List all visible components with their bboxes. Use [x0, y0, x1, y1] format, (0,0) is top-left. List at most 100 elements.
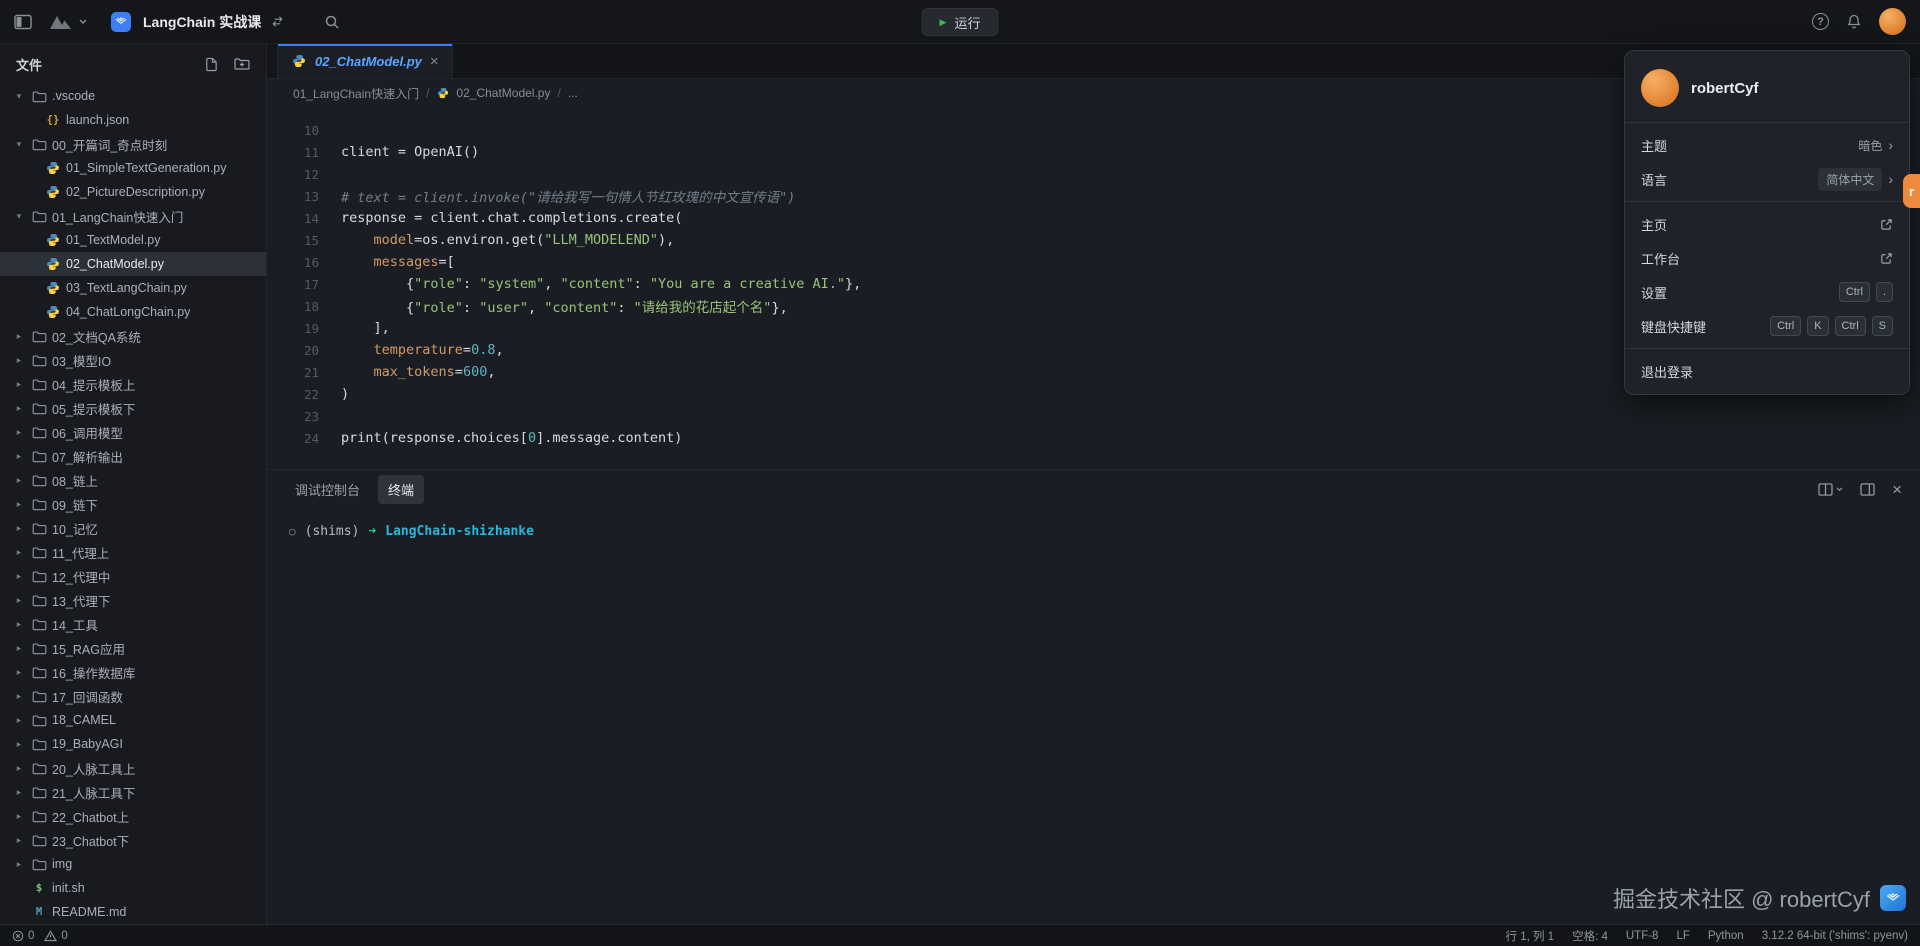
tree-folder-00_开篇词_奇点时刻[interactable]: ▾00_开篇词_奇点时刻 — [0, 132, 266, 156]
close-panel-icon[interactable]: × — [1892, 481, 1902, 498]
chevron-down-icon[interactable]: ▾ — [12, 211, 26, 222]
chevron-right-icon[interactable]: ▸ — [12, 523, 26, 534]
tree-folder-09_链下[interactable]: ▸09_链下 — [0, 492, 266, 516]
chevron-right-icon[interactable]: ▸ — [12, 331, 26, 342]
tree-folder-03_模型IO[interactable]: ▸03_模型IO — [0, 348, 266, 372]
tree-folder-20_人脉工具上[interactable]: ▸20_人脉工具上 — [0, 756, 266, 780]
chevron-right-icon[interactable]: ▸ — [12, 715, 26, 726]
tree-file-02_PictureDescription.py[interactable]: 02_PictureDescription.py — [0, 180, 266, 204]
status-encoding[interactable]: UTF-8 — [1626, 930, 1659, 942]
chevron-right-icon[interactable]: ▸ — [12, 835, 26, 846]
chevron-right-icon[interactable]: ▸ — [12, 667, 26, 678]
menu-item-home[interactable]: 主页 — [1625, 207, 1909, 241]
tree-folder-18_CAMEL[interactable]: ▸18_CAMEL — [0, 708, 266, 732]
tab-terminal[interactable]: 终端 — [378, 475, 424, 504]
tree-folder-13_代理下[interactable]: ▸13_代理下 — [0, 588, 266, 612]
chevron-right-icon[interactable]: ▸ — [12, 475, 26, 486]
tree-folder-11_代理上[interactable]: ▸11_代理上 — [0, 540, 266, 564]
tree-file-04_ChatLongChain.py[interactable]: 04_ChatLongChain.py — [0, 300, 266, 324]
chevron-right-icon[interactable]: ▸ — [12, 403, 26, 414]
user-avatar[interactable] — [1879, 8, 1906, 35]
menu-item-settings[interactable]: 设置Ctrl. — [1625, 275, 1909, 309]
tree-folder-12_代理中[interactable]: ▸12_代理中 — [0, 564, 266, 588]
chevron-right-icon[interactable]: ▸ — [12, 451, 26, 462]
chevron-right-icon[interactable]: ▸ — [12, 571, 26, 582]
maximize-panel-icon[interactable] — [1860, 483, 1875, 496]
edge-feedback-badge[interactable]: r — [1903, 174, 1920, 208]
chevron-right-icon[interactable]: ▸ — [12, 595, 26, 606]
chevron-down-icon[interactable]: ▾ — [12, 91, 26, 102]
tab-02-chatmodel[interactable]: 02_ChatModel.py × — [277, 44, 453, 78]
chevron-right-icon[interactable]: ▸ — [12, 787, 26, 798]
tree-file-README.md[interactable]: MREADME.md — [0, 900, 266, 924]
split-terminal-icon[interactable] — [1818, 483, 1843, 496]
tree-folder-23_Chatbot下[interactable]: ▸23_Chatbot下 — [0, 828, 266, 852]
tree-folder-img[interactable]: ▸img — [0, 852, 266, 876]
workspace-logo-menu[interactable] — [48, 13, 87, 31]
tree-file-launch.json[interactable]: {}launch.json — [0, 108, 266, 132]
run-button[interactable]: ▶ 运行 — [922, 8, 999, 36]
terminal[interactable]: ○ (shims) ➜ LangChain-shizhanke — [267, 508, 1920, 924]
chevron-right-icon[interactable]: ▸ — [12, 499, 26, 510]
chevron-right-icon[interactable]: ▸ — [12, 355, 26, 366]
breadcrumb-file[interactable]: 02_ChatModel.py — [456, 86, 550, 100]
new-file-icon[interactable] — [204, 57, 219, 72]
menu-item-theme[interactable]: 主题暗色› — [1625, 128, 1909, 162]
toggle-sidebar-icon[interactable] — [14, 14, 32, 30]
tree-folder-04_提示模板上[interactable]: ▸04_提示模板上 — [0, 372, 266, 396]
chevron-right-icon[interactable]: ▸ — [12, 427, 26, 438]
status-interpreter[interactable]: 3.12.2 64-bit ('shims': pyenv) — [1762, 930, 1908, 942]
menu-item-logout[interactable]: 退出登录 — [1625, 354, 1909, 388]
tree-folder-22_Chatbot上[interactable]: ▸22_Chatbot上 — [0, 804, 266, 828]
chevron-right-icon[interactable]: ▸ — [12, 643, 26, 654]
tree-file-01_SimpleTextGeneration.py[interactable]: 01_SimpleTextGeneration.py — [0, 156, 266, 180]
tree-folder-14_工具[interactable]: ▸14_工具 — [0, 612, 266, 636]
menu-item-shortcuts[interactable]: 键盘快捷键CtrlKCtrlS — [1625, 309, 1909, 343]
tree-folder-.vscode[interactable]: ▾.vscode — [0, 84, 266, 108]
chevron-right-icon[interactable]: ▸ — [12, 379, 26, 390]
status-cursor-position[interactable]: 行 1, 列 1 — [1506, 928, 1555, 944]
problems-indicator[interactable]: 0 0 — [12, 930, 68, 942]
status-indentation[interactable]: 空格: 4 — [1572, 928, 1608, 944]
tree-file-01_TextModel.py[interactable]: 01_TextModel.py — [0, 228, 266, 252]
new-folder-icon[interactable] — [234, 57, 250, 71]
tree-folder-06_调用模型[interactable]: ▸06_调用模型 — [0, 420, 266, 444]
line-number: 17 — [267, 277, 319, 292]
tab-debug-console[interactable]: 调试控制台 — [285, 475, 370, 504]
tree-file-02_ChatModel.py[interactable]: 02_ChatModel.py — [0, 252, 266, 276]
status-language-mode[interactable]: Python — [1708, 930, 1744, 942]
breadcrumb-more[interactable]: ... — [568, 86, 578, 100]
help-icon[interactable]: ? — [1812, 13, 1829, 30]
chevron-right-icon[interactable]: ▸ — [12, 763, 26, 774]
tree-item-label: 17_回调函数 — [52, 687, 123, 706]
chevron-right-icon[interactable]: ▸ — [12, 859, 26, 870]
chevron-right-icon[interactable]: ▸ — [12, 619, 26, 630]
tree-folder-08_链上[interactable]: ▸08_链上 — [0, 468, 266, 492]
chevron-right-icon[interactable]: ▸ — [12, 547, 26, 558]
chevron-right-icon[interactable]: ▸ — [12, 811, 26, 822]
menu-item-workspace[interactable]: 工作台 — [1625, 241, 1909, 275]
tree-file-init.sh[interactable]: $init.sh — [0, 876, 266, 900]
tree-file-03_TextLangChain.py[interactable]: 03_TextLangChain.py — [0, 276, 266, 300]
notifications-bell-icon[interactable] — [1846, 13, 1862, 30]
switch-project-icon[interactable] — [271, 15, 284, 28]
breadcrumb-folder[interactable]: 01_LangChain快速入门 — [293, 85, 419, 102]
tree-folder-17_回调函数[interactable]: ▸ 17_回调函数 — [0, 684, 266, 708]
tree-folder-07_解析输出[interactable]: ▸07_解析输出 — [0, 444, 266, 468]
close-tab-icon[interactable]: × — [430, 54, 439, 69]
tree-folder-19_BabyAGI[interactable]: ▸19_BabyAGI — [0, 732, 266, 756]
chevron-down-icon[interactable]: ▾ — [12, 139, 26, 150]
tree-folder-15_RAG应用[interactable]: ▸15_RAG应用 — [0, 636, 266, 660]
search-icon[interactable] — [324, 14, 340, 30]
tree-folder-02_文档QA系统[interactable]: ▸02_文档QA系统 — [0, 324, 266, 348]
chevron-right-icon[interactable]: ▸ — [12, 739, 26, 750]
chevron-right-icon[interactable]: ▸ — [12, 691, 26, 702]
tree-folder-05_提示模板下[interactable]: ▸05_提示模板下 — [0, 396, 266, 420]
tree-folder-01_LangChain快速入门[interactable]: ▾01_LangChain快速入门 — [0, 204, 266, 228]
tree-folder-16_操作数据库[interactable]: ▸16_操作数据库 — [0, 660, 266, 684]
status-eol[interactable]: LF — [1676, 930, 1689, 942]
code-text: messages=[ — [341, 254, 455, 270]
tree-folder-21_人脉工具下[interactable]: ▸21_人脉工具下 — [0, 780, 266, 804]
menu-item-language[interactable]: 语言简体中文› — [1625, 162, 1909, 196]
tree-folder-10_记忆[interactable]: ▸10_记忆 — [0, 516, 266, 540]
